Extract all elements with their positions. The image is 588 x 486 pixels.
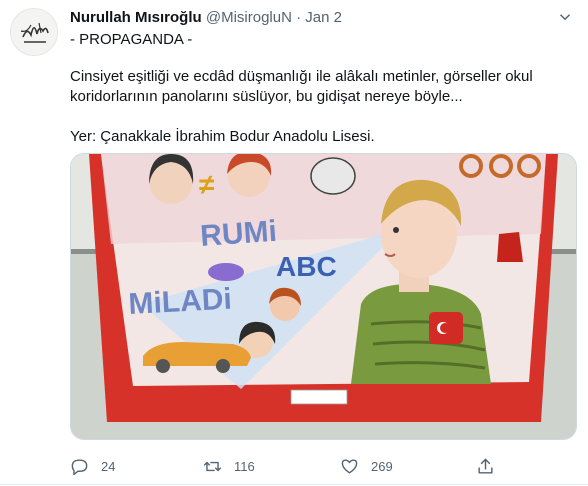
tweet[interactable]: Nurullah Mısıroğlu @MisirogluN · Jan 2 -…	[0, 0, 588, 486]
reply-button[interactable]: 24	[70, 455, 115, 477]
retweet-icon	[203, 461, 222, 471]
tweet-text: Cinsiyet eşitliği ve ecdâd düşmanlığı il…	[70, 67, 575, 147]
author-handle[interactable]: @MisirogluN	[206, 9, 292, 26]
reply-count: 24	[101, 458, 116, 474]
school-poster-image: ≠ RUMi ABC MiLADi	[71, 154, 576, 439]
like-count: 269	[371, 458, 393, 474]
calligraphy-logo-icon	[20, 22, 49, 43]
poster-word-miladi: MiLADi	[128, 283, 233, 321]
tweet-date[interactable]: Jan 2	[305, 9, 342, 26]
poster-not-equal: ≠	[199, 169, 214, 200]
tweet-actions: 24 116 269	[70, 455, 500, 477]
share-icon	[478, 458, 493, 474]
avatar[interactable]	[10, 8, 58, 56]
tweet-text-line2: Yer: Çanakkale İbrahim Bodur Anadolu Lis…	[70, 128, 375, 145]
divider	[0, 484, 588, 485]
tweet-subtitle: - PROPAGANDA -	[70, 31, 193, 48]
retweet-count: 116	[234, 458, 255, 474]
like-icon	[341, 458, 358, 474]
share-button[interactable]	[476, 455, 507, 477]
separator-dot: ·	[296, 9, 302, 26]
tweet-header: Nurullah Mısıroğlu @MisirogluN · Jan 2	[70, 8, 342, 28]
poster-word-rumi: RUMi	[199, 215, 278, 253]
author-name[interactable]: Nurullah Mısıroğlu	[70, 9, 202, 26]
chevron-down-icon[interactable]	[556, 8, 574, 26]
reply-icon	[71, 458, 88, 475]
poster-word-abc: ABC	[276, 251, 337, 282]
retweet-button[interactable]: 116	[203, 455, 255, 477]
like-button[interactable]: 269	[340, 455, 393, 477]
tweet-text-line1: Cinsiyet eşitliği ve ecdâd düşmanlığı il…	[70, 68, 533, 105]
tweet-media[interactable]: ≠ RUMi ABC MiLADi	[70, 153, 577, 440]
